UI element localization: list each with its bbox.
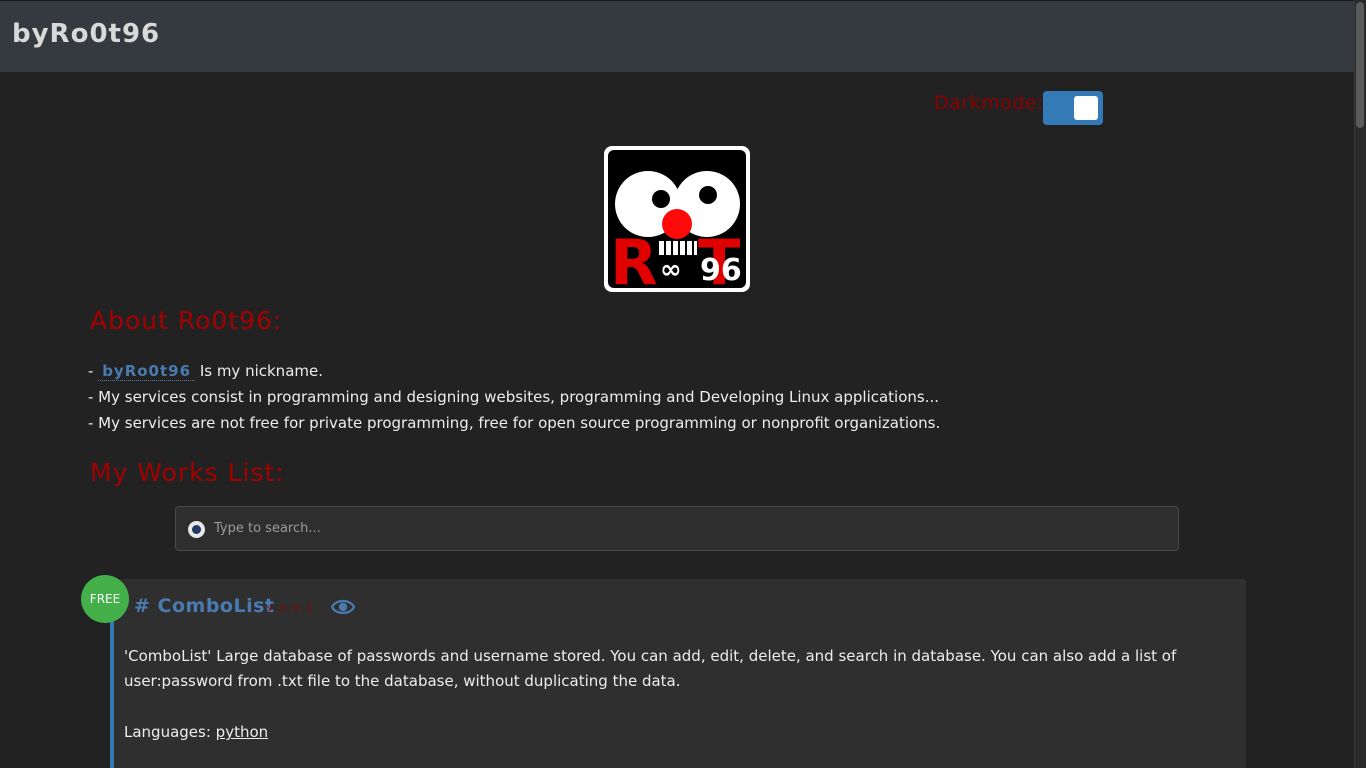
search-icon [188,521,205,538]
languages-label: Languages: [124,723,216,741]
top-navbar: byRo0t96 [0,0,1354,72]
eye-icon[interactable] [330,597,356,621]
search-input[interactable] [214,507,1164,550]
works-heading: My Works List: [90,458,285,487]
work-languages: Languages: python [124,723,268,741]
work-version: v.0.0.1 [267,603,315,614]
scrollbar-thumb[interactable] [1356,2,1364,128]
nickname-link[interactable]: byRo0t96 [98,362,196,381]
darkmode-toggle[interactable] [1043,91,1103,125]
work-description: 'ComboList' Large database of passwords … [124,647,1177,690]
logo-letter-r: R [610,226,658,292]
free-badge: FREE [81,575,129,623]
about-line-suffix: Is my nickname. [195,362,323,380]
about-heading: About Ro0t96: [90,306,283,335]
about-services-line: - My services consist in programming and… [88,388,940,406]
logo-infinity: ∞ [660,255,682,285]
about-line-prefix: - [88,362,99,380]
brand-link[interactable]: byRo0t96 [12,19,160,49]
language-link-python[interactable]: python [216,723,268,741]
about-nickname-line: - byRo0t96 Is my nickname. [88,362,323,381]
search-box [175,506,1179,551]
logo-graphic: R ∞ T 96 [608,150,746,299]
darkmode-label: Darkmode: [934,92,1044,114]
logo-number: 96 [700,253,742,288]
about-pricing-line: - My services are not free for private p… [88,414,941,432]
toggle-knob [1074,96,1098,120]
work-title-link[interactable]: # ComboList [134,595,275,617]
site-logo: R ∞ T 96 [604,146,750,299]
